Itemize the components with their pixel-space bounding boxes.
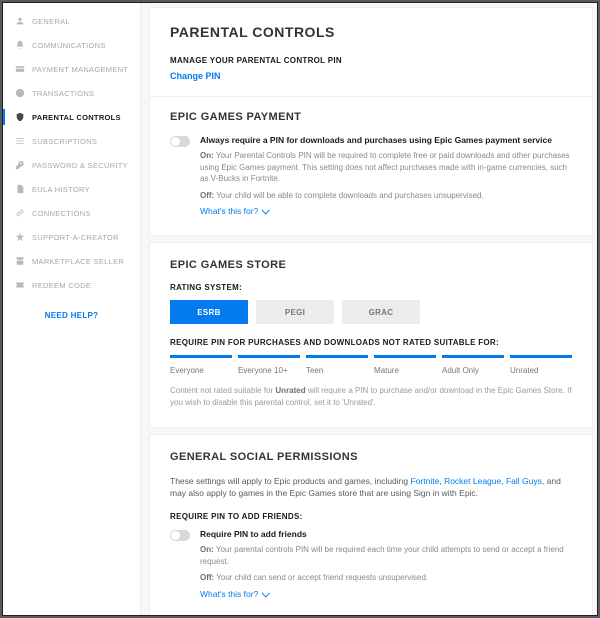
sidebar-item-label: SUBSCRIPTIONS — [32, 137, 97, 146]
sidebar-item-parental[interactable]: PARENTAL CONTROLS — [3, 105, 140, 129]
link-icon — [15, 208, 25, 218]
friends-whats-this[interactable]: What's this for? — [200, 589, 268, 599]
age-teen[interactable]: Teen — [306, 355, 368, 375]
social-intro: These settings will apply to Epic produc… — [170, 475, 572, 501]
payment-pin-toggle[interactable] — [170, 136, 190, 147]
rating-btn-esrb[interactable]: ESRB — [170, 300, 248, 324]
friends-toggle-title: Require PIN to add friends — [200, 529, 572, 539]
fortnite-link[interactable]: Fortnite — [411, 476, 440, 486]
age-mature[interactable]: Mature — [374, 355, 436, 375]
friends-toggle-body: Require PIN to add friends On: Your pare… — [200, 529, 572, 600]
sidebar-item-label: PARENTAL CONTROLS — [32, 113, 121, 122]
sidebar-item-redeem[interactable]: REDEEM CODE — [3, 273, 140, 297]
social-req-label: REQUIRE PIN TO ADD FRIENDS: — [170, 512, 572, 521]
divider — [150, 96, 592, 97]
age-everyone10[interactable]: Everyone 10+ — [238, 355, 300, 375]
star-icon — [15, 232, 25, 242]
rating-system-label: RATING SYSTEM: — [170, 283, 572, 292]
fall-guys-link[interactable]: Fall Guys — [506, 476, 542, 486]
manage-pin-label: MANAGE YOUR PARENTAL CONTROL PIN — [170, 56, 572, 65]
payment-off-desc: Off: Your child will be able to complete… — [200, 190, 572, 202]
card-icon — [15, 64, 25, 74]
sidebar-item-label: EULA HISTORY — [32, 185, 90, 194]
payment-toggle-title: Always require a PIN for downloads and p… — [200, 135, 572, 145]
sidebar-item-label: PASSWORD & SECURITY — [32, 161, 128, 170]
payment-on-desc: On: Your Parental Controls PIN will be r… — [200, 150, 572, 185]
store-card: EPIC GAMES STORE RATING SYSTEM: ESRB PEG… — [149, 242, 593, 427]
payment-toggle-row: Always require a PIN for downloads and p… — [170, 135, 572, 217]
chevron-down-icon — [262, 589, 270, 597]
friends-toggle-row: Require PIN to add friends On: Your pare… — [170, 529, 572, 600]
sidebar-item-label: MARKETPLACE SELLER — [32, 257, 124, 266]
main-content: PARENTAL CONTROLS MANAGE YOUR PARENTAL C… — [141, 3, 597, 615]
rating-btn-grac[interactable]: GRAC — [342, 300, 420, 324]
social-heading: GENERAL SOCIAL PERMISSIONS — [170, 451, 572, 463]
rocket-league-link[interactable]: Rocket League — [444, 476, 501, 486]
sidebar-item-eula[interactable]: EULA HISTORY — [3, 177, 140, 201]
app-frame: GENERAL COMMUNICATIONS PAYMENT MANAGEMEN… — [2, 2, 598, 616]
sidebar-item-payment[interactable]: PAYMENT MANAGEMENT — [3, 57, 140, 81]
store-icon — [15, 256, 25, 266]
sidebar-item-label: PAYMENT MANAGEMENT — [32, 65, 128, 74]
change-pin-link[interactable]: Change PIN — [170, 71, 221, 81]
shield-icon — [15, 112, 25, 122]
friends-on-desc: On: Your parental controls PIN will be r… — [200, 544, 572, 567]
document-icon — [15, 184, 25, 194]
sidebar-item-label: COMMUNICATIONS — [32, 41, 106, 50]
friends-off-desc: Off: Your child can send or accept frien… — [200, 572, 572, 584]
sidebar-item-label: TRANSACTIONS — [32, 89, 94, 98]
age-slider: Everyone Everyone 10+ Teen Mature Adult … — [170, 355, 572, 375]
need-help-link[interactable]: NEED HELP? — [3, 297, 140, 334]
sidebar: GENERAL COMMUNICATIONS PAYMENT MANAGEMEN… — [3, 3, 141, 615]
list-icon — [15, 136, 25, 146]
key-icon — [15, 160, 25, 170]
sidebar-item-creator[interactable]: SUPPORT-A-CREATOR — [3, 225, 140, 249]
friends-pin-toggle[interactable] — [170, 530, 190, 541]
sidebar-item-subscriptions[interactable]: SUBSCRIPTIONS — [3, 129, 140, 153]
sidebar-item-password[interactable]: PASSWORD & SECURITY — [3, 153, 140, 177]
sidebar-item-transactions[interactable]: TRANSACTIONS — [3, 81, 140, 105]
sidebar-item-label: CONNECTIONS — [32, 209, 91, 218]
sidebar-item-marketplace[interactable]: MARKETPLACE SELLER — [3, 249, 140, 273]
age-adult[interactable]: Adult Only — [442, 355, 504, 375]
rating-btn-pegi[interactable]: PEGI — [256, 300, 334, 324]
sidebar-item-label: SUPPORT-A-CREATOR — [32, 233, 119, 242]
age-unrated[interactable]: Unrated — [510, 355, 572, 375]
ticket-icon — [15, 280, 25, 290]
payment-whats-this[interactable]: What's this for? — [200, 206, 268, 216]
rating-buttons: ESRB PEGI GRAC — [170, 300, 572, 324]
payment-heading: EPIC GAMES PAYMENT — [170, 111, 572, 123]
bell-icon — [15, 40, 25, 50]
sidebar-item-label: GENERAL — [32, 17, 70, 26]
store-note: Content not rated suitable for Unrated w… — [170, 385, 572, 408]
header-card: PARENTAL CONTROLS MANAGE YOUR PARENTAL C… — [149, 7, 593, 236]
sidebar-item-label: REDEEM CODE — [32, 281, 91, 290]
payment-toggle-body: Always require a PIN for downloads and p… — [200, 135, 572, 217]
age-everyone[interactable]: Everyone — [170, 355, 232, 375]
social-card: GENERAL SOCIAL PERMISSIONS These setting… — [149, 434, 593, 615]
person-icon — [15, 16, 25, 26]
page-title: PARENTAL CONTROLS — [170, 24, 572, 40]
history-icon — [15, 88, 25, 98]
sidebar-item-connections[interactable]: CONNECTIONS — [3, 201, 140, 225]
store-heading: EPIC GAMES STORE — [170, 259, 572, 271]
sidebar-item-communications[interactable]: COMMUNICATIONS — [3, 33, 140, 57]
require-pin-label: REQUIRE PIN FOR PURCHASES AND DOWNLOADS … — [170, 338, 572, 347]
chevron-down-icon — [262, 206, 270, 214]
sidebar-item-general[interactable]: GENERAL — [3, 9, 140, 33]
